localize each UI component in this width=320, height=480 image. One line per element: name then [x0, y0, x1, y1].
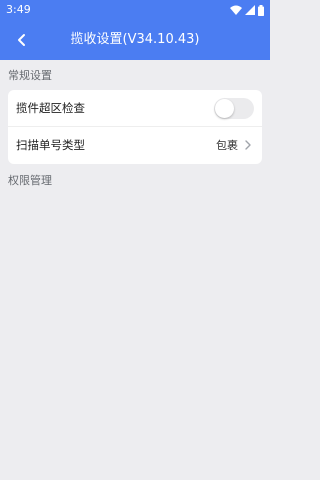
general-settings-card: 揽件超区检查 扫描单号类型 包裹 [8, 90, 262, 164]
setting-row-area-check[interactable]: 揽件超区检查 [8, 90, 262, 127]
signal-icon [245, 5, 255, 15]
app-bar: 揽收设置(V34.10.43) [0, 20, 270, 60]
section-header-permissions: 权限管理 [8, 174, 52, 187]
status-bar: 3:49 [0, 0, 270, 20]
toggle-knob [215, 99, 234, 118]
battery-icon [258, 4, 264, 16]
wifi-icon [230, 5, 242, 15]
scan-type-value: 包裹 [216, 139, 238, 152]
status-icons [230, 4, 264, 16]
status-time: 3:49 [6, 3, 31, 16]
page-title: 揽收设置(V34.10.43) [70, 32, 200, 47]
setting-row-scan-type[interactable]: 扫描单号类型 包裹 [8, 127, 262, 164]
section-header-general: 常规设置 [8, 69, 52, 82]
setting-label-area-check: 揽件超区检查 [16, 101, 85, 115]
area-check-toggle[interactable] [214, 98, 254, 119]
setting-label-scan-type: 扫描单号类型 [16, 138, 85, 152]
chevron-right-icon [245, 140, 251, 150]
